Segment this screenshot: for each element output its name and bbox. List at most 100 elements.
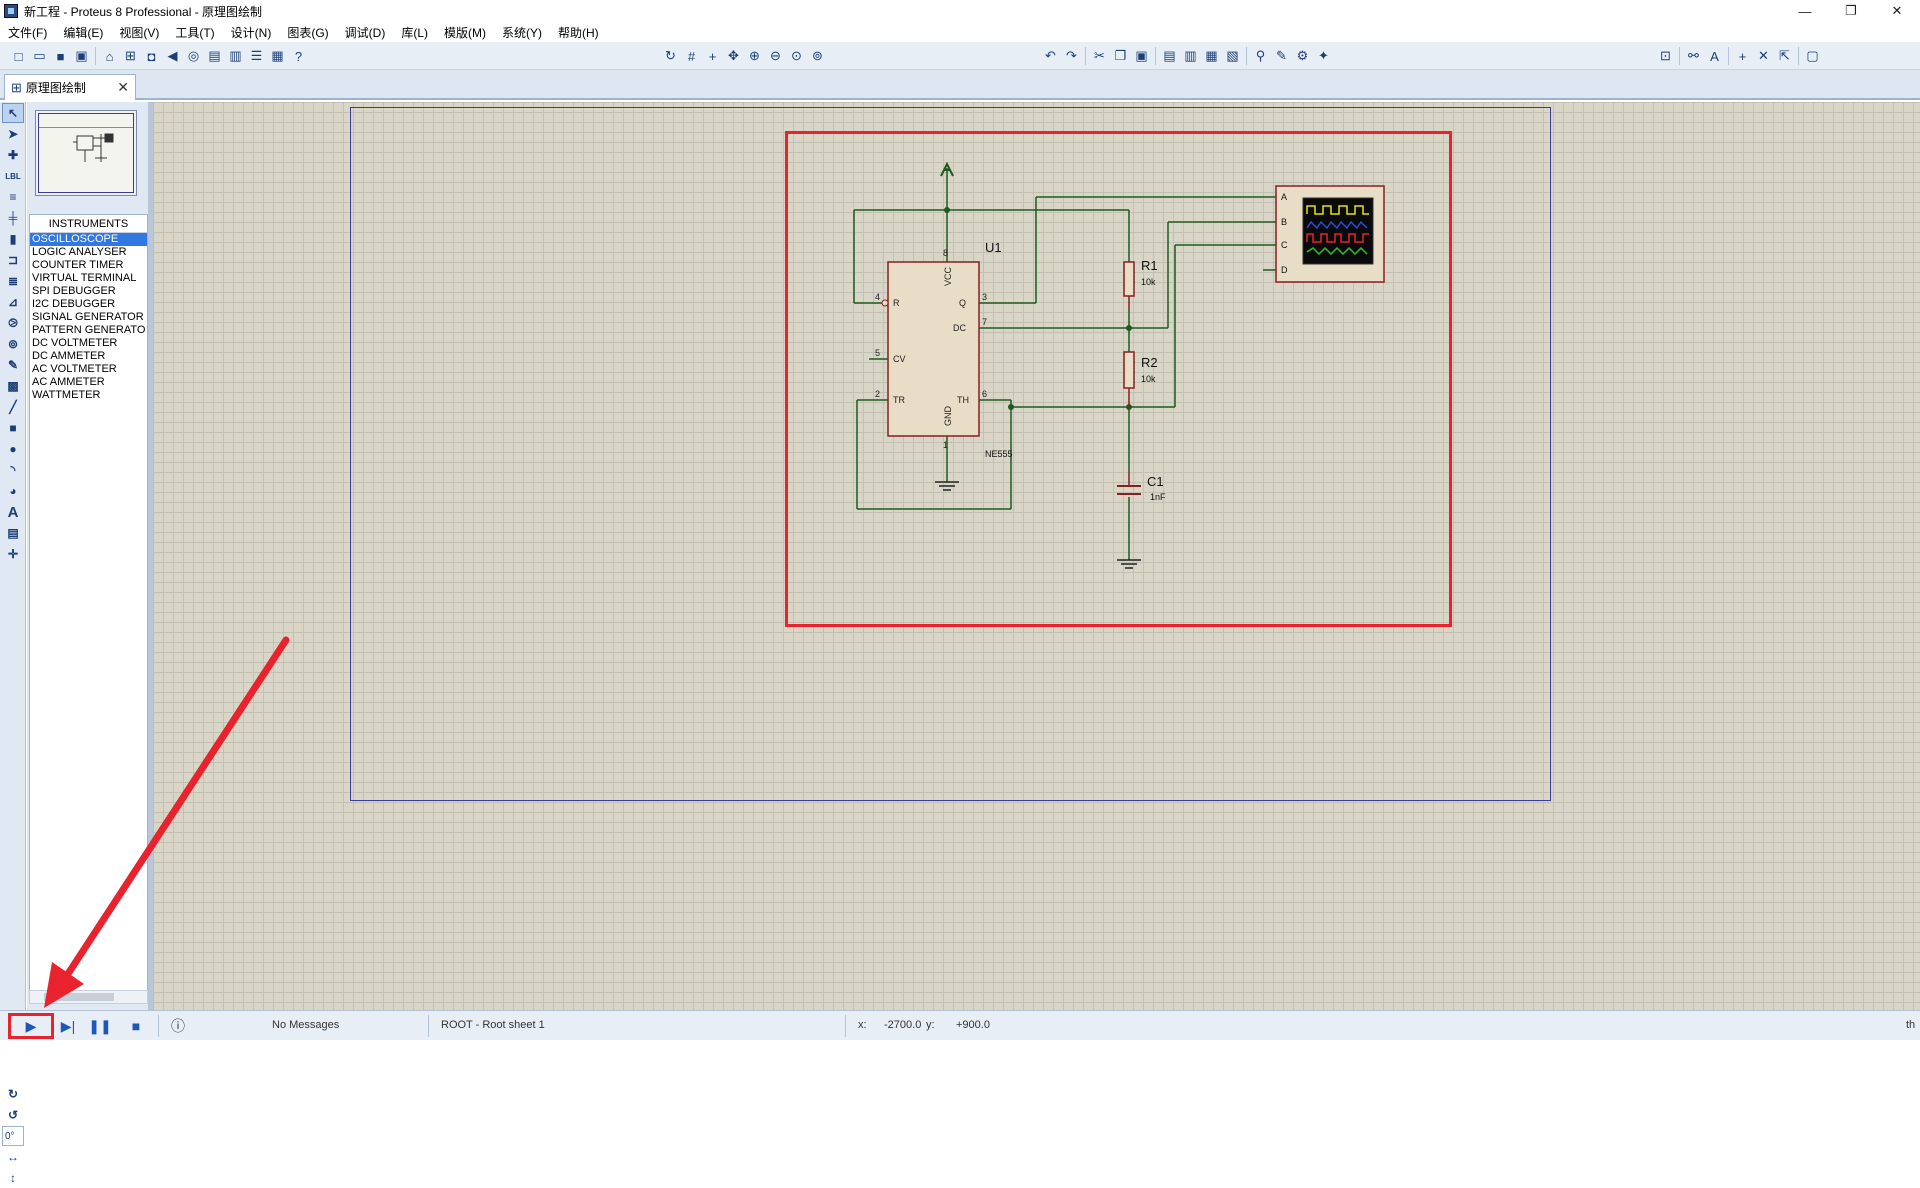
device-item-spi-debugger[interactable]: SPI DEBUGGER <box>30 285 147 298</box>
circle-2d-icon[interactable]: ● <box>2 439 24 459</box>
gerber-icon[interactable]: ◎ <box>183 46 204 67</box>
status-messages[interactable]: No Messages <box>272 1019 339 1031</box>
scrollbar-thumb[interactable] <box>44 993 114 1001</box>
device-item-dc-ammeter[interactable]: DC AMMETER <box>30 350 147 363</box>
copy-icon[interactable]: ❐ <box>1110 46 1131 67</box>
menu-help[interactable]: 帮助(H) <box>550 24 607 41</box>
generator-icon[interactable]: ⊚ <box>2 334 24 354</box>
menu-file[interactable]: 文件(F) <box>0 24 55 41</box>
mirror-horizontal-icon[interactable]: ↔ <box>2 1147 24 1167</box>
step-simulation-button[interactable]: ▶| <box>56 1017 80 1035</box>
rotate-anticlockwise-icon[interactable]: ↺ <box>2 1105 24 1125</box>
pan-icon[interactable]: ✥ <box>723 46 744 67</box>
menu-graph[interactable]: 图表(G) <box>279 24 336 41</box>
home-icon[interactable]: ⌂ <box>99 46 120 67</box>
voltage-probe-icon[interactable]: ✎ <box>2 355 24 375</box>
exit-to-parent-icon[interactable]: ⇱ <box>1774 46 1795 67</box>
refresh-icon[interactable]: ↻ <box>660 46 681 67</box>
menu-library[interactable]: 库(L) <box>393 24 436 41</box>
block-delete-icon[interactable]: ▧ <box>1222 46 1243 67</box>
stop-simulation-button[interactable]: ■ <box>124 1017 148 1035</box>
grid-icon[interactable]: # <box>681 46 702 67</box>
new-sheet-icon[interactable]: + <box>1732 46 1753 67</box>
box-2d-icon[interactable]: ■ <box>2 418 24 438</box>
device-item-ac-ammeter[interactable]: AC AMMETER <box>30 376 147 389</box>
device-item-dc-voltmeter[interactable]: DC VOLTMETER <box>30 337 147 350</box>
r2-body[interactable] <box>1123 351 1135 389</box>
property-assignment-icon[interactable]: A <box>1704 46 1725 67</box>
text-2d-icon[interactable]: A <box>2 502 24 522</box>
junction-dot-icon[interactable]: ✚ <box>2 145 24 165</box>
selection-mode-icon[interactable]: ↖ <box>2 103 24 123</box>
make-device-icon[interactable]: ✎ <box>1271 46 1292 67</box>
device-item-ac-voltmeter[interactable]: AC VOLTMETER <box>30 363 147 376</box>
open-file-icon[interactable]: ▭ <box>29 46 50 67</box>
subcircuit-icon[interactable]: ▮ <box>2 229 24 249</box>
search-tag-icon[interactable]: ⚯ <box>1683 46 1704 67</box>
device-item-wattmeter[interactable]: WATTMETER <box>30 389 147 402</box>
report-icon[interactable]: ▦ <box>267 46 288 67</box>
menu-design[interactable]: 设计(N) <box>223 24 280 41</box>
schematic-icon[interactable]: ⊞ <box>120 46 141 67</box>
zoom-in-icon[interactable]: ⊕ <box>744 46 765 67</box>
c1-body[interactable] <box>1117 485 1141 495</box>
menu-edit[interactable]: 编辑(E) <box>55 24 111 41</box>
device-item-logic-analyser[interactable]: LOGIC ANALYSER <box>30 246 147 259</box>
cut-icon[interactable]: ✂ <box>1089 46 1110 67</box>
terminals-icon[interactable]: ⊐ <box>2 250 24 270</box>
pcb-icon[interactable]: ◘ <box>141 46 162 67</box>
device-pins-icon[interactable]: ≣ <box>2 271 24 291</box>
virtual-instruments-icon[interactable]: ▩ <box>2 376 24 396</box>
close-button[interactable]: ✕ <box>1874 0 1920 22</box>
block-move-icon[interactable]: ▥ <box>1180 46 1201 67</box>
zoom-area-icon[interactable]: ⊚ <box>807 46 828 67</box>
pick-device-icon[interactable]: ⚲ <box>1250 46 1271 67</box>
origin-icon[interactable]: + <box>702 46 723 67</box>
electrical-rule-check-icon[interactable]: ▢ <box>1802 46 1823 67</box>
component-mode-icon[interactable]: ➤ <box>2 124 24 144</box>
design-explorer-icon[interactable]: ☰ <box>246 46 267 67</box>
tape-recorder-icon[interactable]: ⧁ <box>2 313 24 333</box>
save-all-icon[interactable]: ▣ <box>71 46 92 67</box>
info-icon[interactable]: ⓘ <box>166 1017 190 1035</box>
zoom-out-icon[interactable]: ⊖ <box>765 46 786 67</box>
wire-autorouter-icon[interactable]: ⊡ <box>1655 46 1676 67</box>
marker-2d-icon[interactable]: ✛ <box>2 544 24 564</box>
package-tool-icon[interactable]: ⚙ <box>1292 46 1313 67</box>
rotation-angle-field[interactable]: 0° <box>2 1126 24 1146</box>
device-item-oscilloscope[interactable]: OSCILLOSCOPE <box>30 233 147 246</box>
restore-button[interactable]: ❐ <box>1828 0 1874 22</box>
overview-window[interactable] <box>35 110 137 196</box>
device-item-signal-generator[interactable]: SIGNAL GENERATOR <box>30 311 147 324</box>
minimize-button[interactable]: — <box>1782 0 1828 22</box>
device-list-scrollbar[interactable] <box>29 990 148 1004</box>
bom-icon[interactable]: ▤ <box>204 46 225 67</box>
device-item-i2c-debugger[interactable]: I2C DEBUGGER <box>30 298 147 311</box>
units-indicator[interactable]: th <box>1906 1019 1915 1031</box>
menu-tools[interactable]: 工具(T) <box>167 24 222 41</box>
schematic-canvas[interactable]: R Q DC CV TR TH VCC GND 4 3 7 5 2 6 8 1 … <box>153 102 1920 1010</box>
undo-icon[interactable]: ↶ <box>1040 46 1061 67</box>
new-file-icon[interactable]: □ <box>8 46 29 67</box>
ne555-body[interactable] <box>887 261 980 437</box>
text-script-icon[interactable]: ≡ <box>2 187 24 207</box>
remove-sheet-icon[interactable]: ✕ <box>1753 46 1774 67</box>
run-simulation-button[interactable]: ▶ <box>8 1013 54 1039</box>
save-icon[interactable]: ■ <box>50 46 71 67</box>
device-item-pattern-generator[interactable]: PATTERN GENERATO <box>30 324 147 337</box>
zoom-all-icon[interactable]: ⊙ <box>786 46 807 67</box>
mirror-vertical-icon[interactable]: ↕ <box>2 1168 24 1188</box>
redo-icon[interactable]: ↷ <box>1061 46 1082 67</box>
paste-icon[interactable]: ▣ <box>1131 46 1152 67</box>
pause-simulation-button[interactable]: ❚❚ <box>88 1017 112 1035</box>
graph-mode-icon[interactable]: ⊿ <box>2 292 24 312</box>
menu-system[interactable]: 系统(Y) <box>494 24 550 41</box>
decompose-icon[interactable]: ✦ <box>1313 46 1334 67</box>
tab-close-icon[interactable]: ✕ <box>117 79 129 96</box>
buses-icon[interactable]: ╪ <box>2 208 24 228</box>
help-icon[interactable]: ? <box>288 46 309 67</box>
3d-viewer-icon[interactable]: ◀ <box>162 46 183 67</box>
menu-template[interactable]: 模版(M) <box>436 24 494 41</box>
line-2d-icon[interactable]: ╱ <box>2 397 24 417</box>
path-2d-icon[interactable]: ◕ <box>2 481 24 501</box>
